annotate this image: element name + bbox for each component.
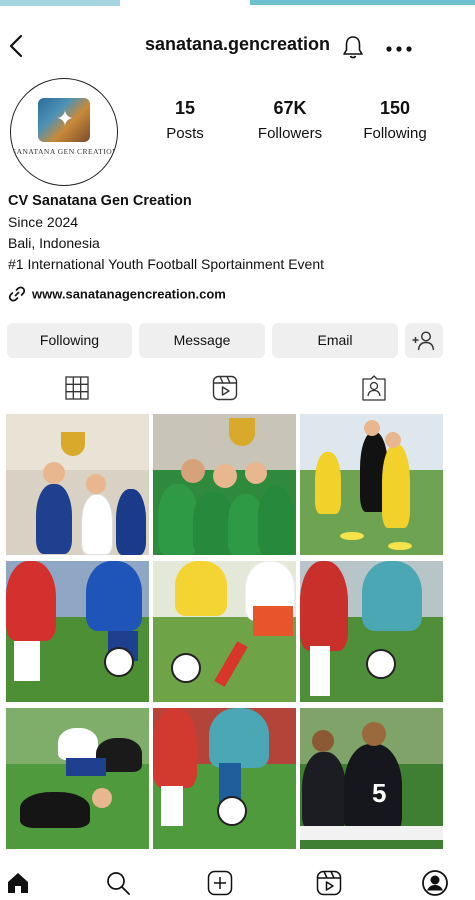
stat-label: Following	[363, 125, 427, 142]
stat-posts[interactable]: 15 Posts	[150, 98, 220, 142]
avatar-brand-text: SANATANA GEN CREATION	[11, 147, 118, 156]
profile-bio: CV Sanatana Gen Creation Since 2024 Bali…	[8, 191, 468, 275]
more-options-icon[interactable]	[383, 34, 417, 60]
stat-following[interactable]: 150 Following	[355, 98, 435, 142]
add-user-button[interactable]	[405, 323, 443, 358]
post-match-red-teal[interactable]	[300, 561, 443, 702]
create-icon[interactable]	[206, 869, 234, 897]
home-icon[interactable]	[4, 869, 32, 897]
grid-icon[interactable]	[62, 373, 92, 403]
bottom-navigation	[0, 865, 475, 900]
tagged-icon[interactable]	[359, 373, 389, 403]
stat-followers[interactable]: 67K Followers	[245, 98, 335, 142]
profile-tabs	[0, 373, 475, 405]
stat-label: Posts	[166, 125, 204, 142]
reels-icon[interactable]	[315, 869, 343, 897]
profile-icon[interactable]	[421, 869, 449, 897]
profile-name: CV Sanatana Gen Creation	[8, 193, 192, 209]
search-icon[interactable]	[104, 869, 132, 897]
message-button[interactable]: Message	[139, 323, 265, 358]
website-link[interactable]: www.sanatanagencreation.com	[8, 285, 226, 305]
following-button[interactable]: Following	[7, 323, 132, 358]
website-text: www.sanatanagencreation.com	[32, 286, 226, 302]
post-team-trophy[interactable]	[153, 414, 296, 555]
email-button[interactable]: Email	[272, 323, 398, 358]
post-dribble[interactable]	[153, 708, 296, 849]
post-trophy-celebration[interactable]	[6, 414, 149, 555]
reels-icon[interactable]	[210, 373, 240, 403]
bio-line: Since 2024	[8, 214, 79, 230]
post-team-bench[interactable]: 5	[300, 708, 443, 849]
avatar[interactable]: ✦ SANATANA GEN CREATION	[10, 78, 118, 186]
bio-line: Bali, Indonesia	[8, 235, 100, 251]
add-user-icon	[412, 331, 435, 351]
bio-line: #1 International Youth Football Sportain…	[8, 256, 324, 272]
post-match-yellow-orange[interactable]	[153, 561, 296, 702]
stat-value: 67K	[273, 98, 307, 118]
stat-label: Followers	[257, 125, 323, 142]
top-bar: sanatana.gencreation	[0, 28, 475, 64]
post-match-red-blue[interactable]	[6, 561, 149, 702]
sparkle-icon: ✦	[55, 106, 75, 131]
top-decoration	[0, 0, 475, 8]
link-icon	[8, 285, 26, 303]
post-tackle[interactable]	[6, 708, 149, 849]
stat-value: 150	[379, 98, 411, 118]
bell-icon[interactable]	[340, 34, 366, 60]
post-training-drill[interactable]	[300, 414, 443, 555]
stat-value: 15	[174, 98, 196, 118]
